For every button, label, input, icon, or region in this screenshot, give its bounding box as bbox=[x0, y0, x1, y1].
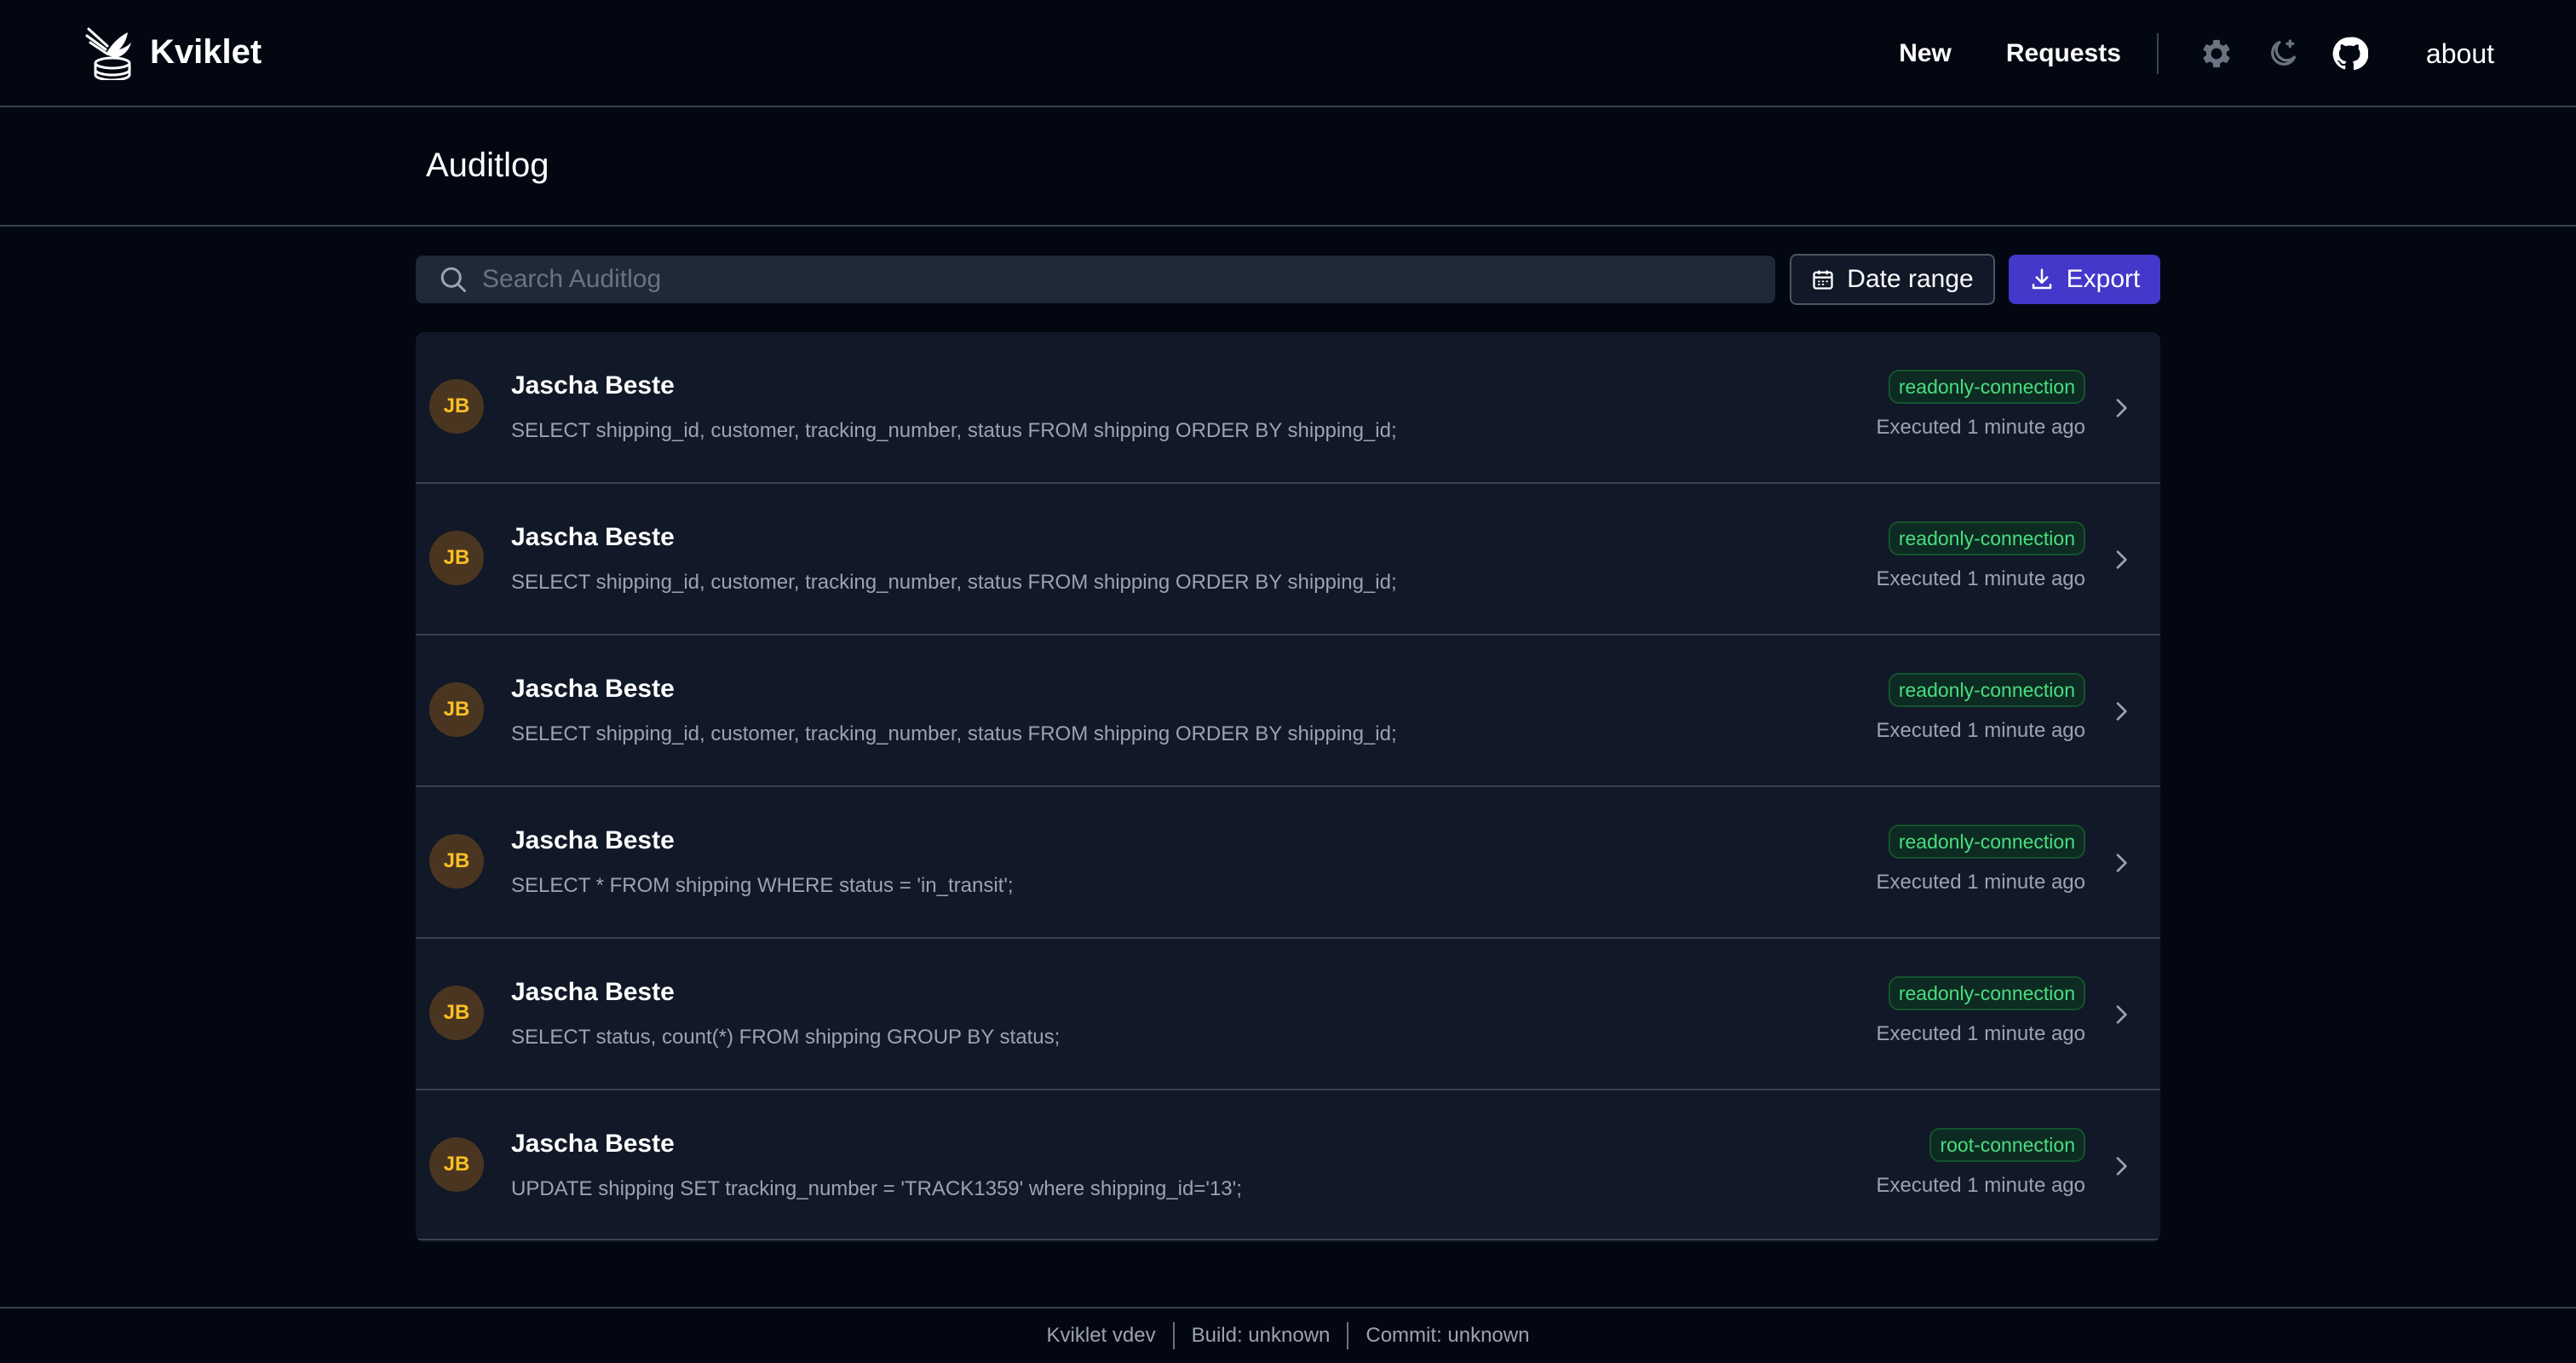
export-label: Export bbox=[2066, 265, 2141, 293]
page-header: Auditlog bbox=[0, 107, 2576, 227]
avatar: JB bbox=[429, 379, 484, 434]
row-meta: readonly-connection Executed 1 minute ago bbox=[1876, 976, 2086, 1046]
chevron-right-icon[interactable] bbox=[2107, 698, 2135, 725]
nav-about-link[interactable]: about bbox=[2426, 38, 2494, 70]
footer: Kviklet vdev Build: unknown Commit: unkn… bbox=[0, 1307, 2576, 1363]
auditlog-row[interactable]: JB Jascha Beste SELECT shipping_id, custom… bbox=[416, 484, 2160, 635]
footer-build: Build: unknown bbox=[1191, 1324, 1331, 1347]
footer-commit: Commit: unknown bbox=[1366, 1324, 1530, 1347]
search-icon bbox=[440, 267, 466, 292]
theme-toggle-button[interactable] bbox=[2263, 33, 2303, 74]
query-text: SELECT status, count(*) FROM shipping GR… bbox=[511, 1026, 1061, 1049]
footer-version: Kviklet vdev bbox=[1046, 1324, 1156, 1347]
auditlog-row[interactable]: JB Jascha Beste SELECT status, count(*) FR… bbox=[416, 939, 2160, 1090]
executed-time: Executed 1 minute ago bbox=[1876, 719, 2086, 742]
executed-time: Executed 1 minute ago bbox=[1876, 871, 2086, 894]
row-meta: readonly-connection Executed 1 minute ago bbox=[1876, 521, 2086, 591]
executed-time: Executed 1 minute ago bbox=[1876, 416, 2086, 439]
gear-icon bbox=[2203, 39, 2230, 68]
executed-time: Executed 1 minute ago bbox=[1876, 1174, 2086, 1197]
auditlog-row[interactable]: JB Jascha Beste SELECT shipping_id, custom… bbox=[416, 635, 2160, 787]
connection-badge: readonly-connection bbox=[1888, 976, 2085, 1010]
search-bar[interactable] bbox=[416, 256, 1775, 303]
date-range-label: Date range bbox=[1847, 265, 1974, 293]
avatar: JB bbox=[429, 834, 484, 889]
export-button[interactable]: Export bbox=[2009, 255, 2160, 304]
kviklet-logo-icon bbox=[85, 27, 131, 80]
date-range-button[interactable]: Date range bbox=[1790, 254, 1995, 305]
nav-new-link[interactable]: New bbox=[1899, 39, 1952, 68]
settings-button[interactable] bbox=[2196, 33, 2237, 74]
query-text: SELECT shipping_id, customer, tracking_n… bbox=[511, 419, 1397, 442]
download-icon bbox=[2032, 268, 2051, 290]
row-meta: root-connection Executed 1 minute ago bbox=[1876, 1128, 2086, 1198]
user-name: Jascha Beste bbox=[511, 1130, 675, 1158]
query-text: SELECT shipping_id, customer, tracking_n… bbox=[511, 571, 1397, 594]
user-name: Jascha Beste bbox=[511, 523, 675, 551]
connection-badge: root-connection bbox=[1929, 1128, 2085, 1162]
connection-badge: readonly-connection bbox=[1888, 521, 2085, 555]
auditlog-list: JB Jascha Beste SELECT shipping_id, custom… bbox=[416, 332, 2160, 1242]
executed-time: Executed 1 minute ago bbox=[1876, 567, 2086, 590]
connection-badge: readonly-connection bbox=[1888, 370, 2085, 404]
row-meta: readonly-connection Executed 1 minute ago bbox=[1876, 825, 2086, 894]
brand[interactable]: Kviklet bbox=[85, 24, 262, 80]
query-text: SELECT * FROM shipping WHERE status = 'i… bbox=[511, 874, 1014, 897]
connection-badge: readonly-connection bbox=[1888, 825, 2085, 859]
page-title: Auditlog bbox=[426, 147, 549, 184]
auditlog-row[interactable]: JB Jascha Beste SELECT shipping_id, custom… bbox=[416, 332, 2160, 484]
row-meta: readonly-connection Executed 1 minute ago bbox=[1876, 370, 2086, 440]
brand-name: Kviklet bbox=[150, 32, 262, 71]
user-name: Jascha Beste bbox=[511, 826, 675, 854]
auditlog-row[interactable]: JB Jascha Beste SELECT * FROM shipping WHE… bbox=[416, 787, 2160, 939]
footer-divider bbox=[1172, 1322, 1175, 1349]
query-text: SELECT shipping_id, customer, tracking_n… bbox=[511, 722, 1397, 745]
row-meta: readonly-connection Executed 1 minute ago bbox=[1876, 673, 2086, 743]
moon-icon bbox=[2271, 39, 2296, 66]
chevron-right-icon[interactable] bbox=[2107, 849, 2135, 877]
chevron-right-icon[interactable] bbox=[2107, 1001, 2135, 1028]
chevron-right-icon[interactable] bbox=[2107, 546, 2135, 573]
avatar: JB bbox=[429, 1137, 484, 1192]
chevron-right-icon[interactable] bbox=[2107, 394, 2135, 422]
connection-badge: readonly-connection bbox=[1888, 673, 2085, 707]
chevron-right-icon[interactable] bbox=[2107, 1153, 2135, 1180]
avatar: JB bbox=[429, 682, 484, 737]
calendar-icon bbox=[1813, 270, 1833, 290]
nav-divider bbox=[2156, 33, 2159, 74]
search-input[interactable] bbox=[482, 257, 1775, 302]
avatar: JB bbox=[429, 531, 484, 585]
nav-requests-link[interactable]: Requests bbox=[2006, 39, 2121, 68]
query-text: UPDATE shipping SET tracking_number = 'T… bbox=[511, 1177, 1242, 1200]
github-link[interactable] bbox=[2329, 33, 2370, 74]
app-page: Kviklet New Requests about Auditlog Sear… bbox=[0, 0, 2576, 1363]
auditlog-row[interactable]: JB Jascha Beste UPDATE shipping SET tracki… bbox=[416, 1090, 2160, 1240]
footer-divider bbox=[1347, 1322, 1349, 1349]
user-name: Jascha Beste bbox=[511, 675, 675, 703]
main-nav: New Requests about bbox=[1899, 0, 2494, 107]
user-name: Jascha Beste bbox=[511, 371, 675, 400]
executed-time: Executed 1 minute ago bbox=[1876, 1022, 2086, 1045]
user-name: Jascha Beste bbox=[511, 978, 675, 1006]
github-icon bbox=[2332, 37, 2368, 71]
avatar: JB bbox=[429, 986, 484, 1040]
top-navigation-bar: Kviklet New Requests about bbox=[0, 0, 2576, 107]
